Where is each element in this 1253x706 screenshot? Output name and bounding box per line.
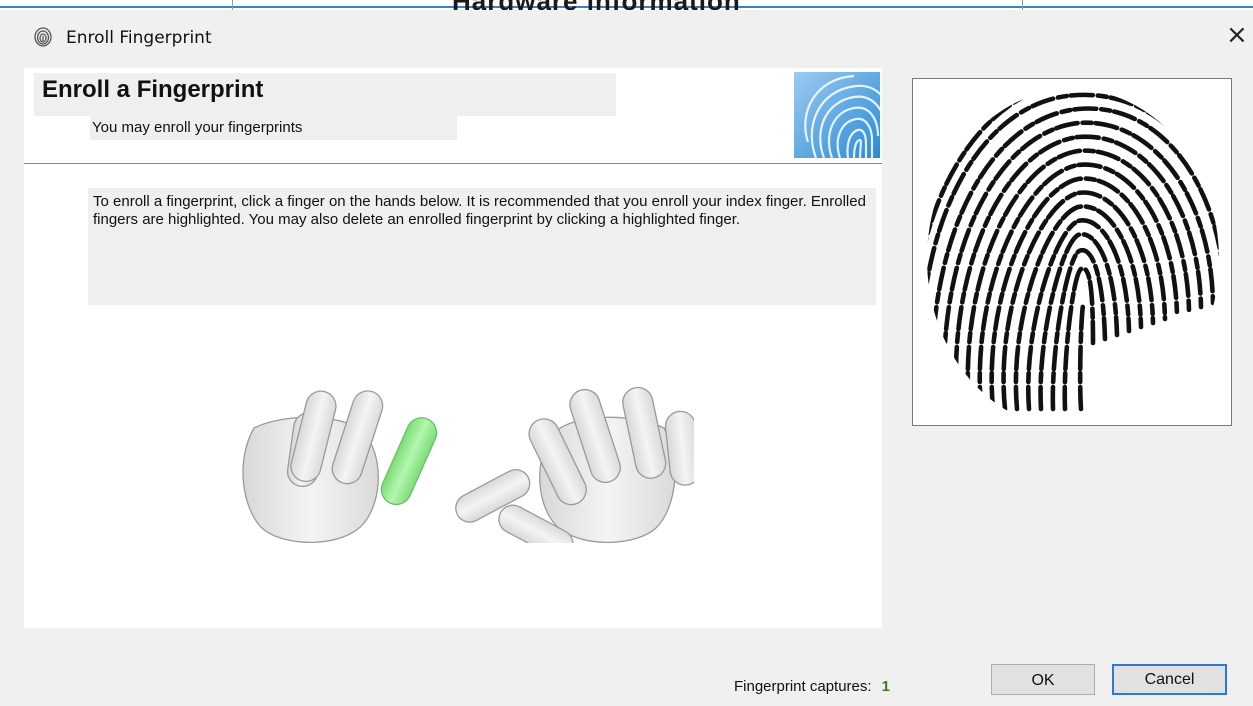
page-subtitle: You may enroll your fingerprints bbox=[92, 119, 303, 136]
left-index-finger[interactable] bbox=[377, 413, 442, 509]
dialog-titlebar: Enroll Fingerprint × bbox=[0, 10, 1253, 65]
fingerprint-icon bbox=[34, 27, 52, 47]
header-divider bbox=[24, 163, 882, 164]
ok-button[interactable]: OK bbox=[991, 664, 1095, 695]
close-icon[interactable]: × bbox=[1226, 22, 1248, 48]
fingerprint-banner-image bbox=[794, 72, 880, 158]
hands-diagram bbox=[242, 386, 694, 543]
captures-count: 1 bbox=[881, 678, 890, 695]
fingerprint-preview bbox=[912, 78, 1232, 426]
fingerprint-scan-image bbox=[927, 89, 1219, 412]
enroll-panel: Enroll a Fingerprint You may enroll your… bbox=[24, 68, 882, 628]
fingerprint-captures-status: Fingerprint captures: 1 bbox=[734, 678, 890, 695]
page-title: Enroll a Fingerprint bbox=[42, 76, 264, 103]
background-window-strip: Hardware information bbox=[0, 0, 1253, 10]
cancel-button[interactable]: Cancel bbox=[1112, 664, 1227, 695]
dialog-title: Enroll Fingerprint bbox=[66, 28, 212, 48]
instructions-text: To enroll a fingerprint, click a finger … bbox=[93, 193, 866, 228]
captures-label: Fingerprint captures: bbox=[734, 678, 872, 695]
background-window-heading: Hardware information bbox=[452, 0, 741, 10]
